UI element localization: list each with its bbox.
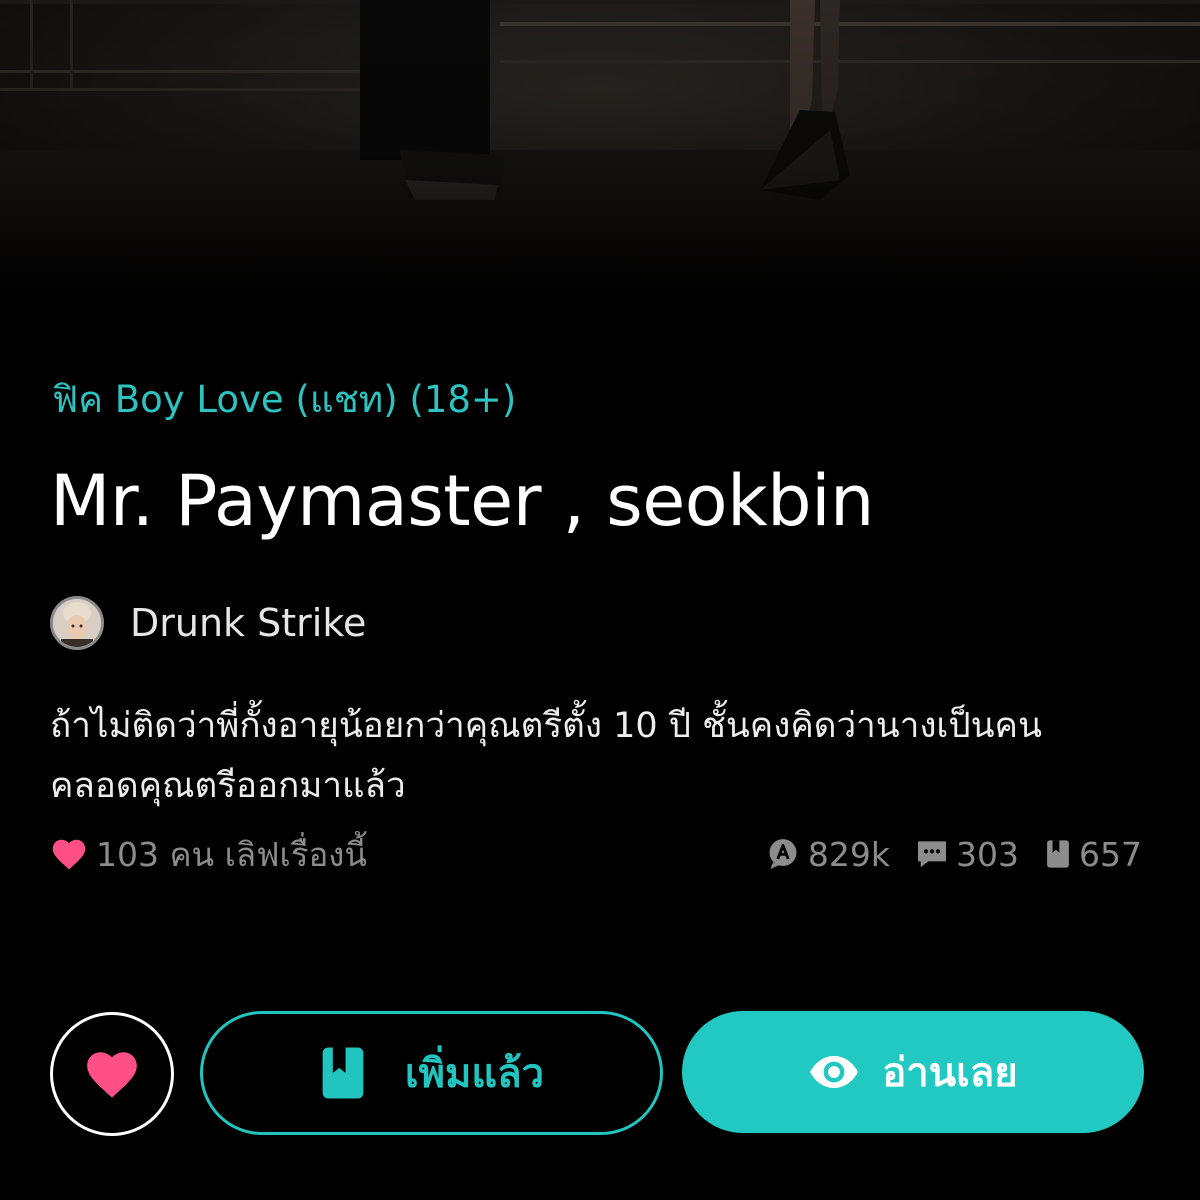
likes-summary: 103 คน เลิฟเรื่องนี้ — [50, 830, 367, 878]
comment-icon — [916, 839, 948, 869]
chapters-stat: 657 — [1045, 835, 1142, 874]
heart-icon — [83, 1048, 141, 1100]
book-icon — [1045, 839, 1071, 869]
author-name[interactable]: Drunk Strike — [130, 601, 366, 645]
added-label: เพิ่มแล้ว — [404, 1051, 545, 1097]
synopsis-line: ถ้าไม่ติดว่าพี่กั้งอายุน้อยกว่าคุณตรีตั้… — [50, 706, 1042, 746]
like-button[interactable] — [50, 1012, 174, 1136]
cover-image — [0, 0, 1200, 300]
likes-text: 103 คน เลิฟเรื่องนี้ — [96, 834, 367, 874]
added-to-library-button[interactable]: เพิ่มแล้ว — [200, 1011, 663, 1135]
story-title: Mr. Paymaster , seokbin — [50, 460, 874, 542]
eye-icon — [808, 1054, 860, 1090]
synopsis-line: คลอดคุณตรีออกมาแล้ว — [50, 766, 406, 806]
heart-icon — [50, 837, 88, 871]
chapters-count: 657 — [1079, 834, 1142, 874]
comments-count: 303 — [956, 834, 1019, 874]
story-synopsis: ถ้าไม่ติดว่าพี่กั้งอายุน้อยกว่าคุณตรีตั้… — [50, 696, 1160, 816]
story-category[interactable]: ฟิค Boy Love (แชท) (18+) — [52, 370, 516, 429]
reads-stat: 829k — [766, 835, 890, 874]
story-detail-screen: ฟิค Boy Love (แชท) (18+) Mr. Paymaster ,… — [0, 0, 1200, 1200]
comments-stat: 303 — [916, 835, 1019, 874]
story-stats: 829k 303 657 — [740, 830, 1142, 878]
reads-icon — [766, 837, 800, 871]
author-avatar[interactable] — [50, 596, 104, 650]
bookmark-icon — [319, 1045, 367, 1101]
read-label: อ่านเลย — [882, 1050, 1018, 1096]
author-row[interactable]: Drunk Strike — [50, 593, 366, 653]
read-now-button[interactable]: อ่านเลย — [682, 1011, 1144, 1133]
reads-count: 829k — [807, 834, 890, 874]
